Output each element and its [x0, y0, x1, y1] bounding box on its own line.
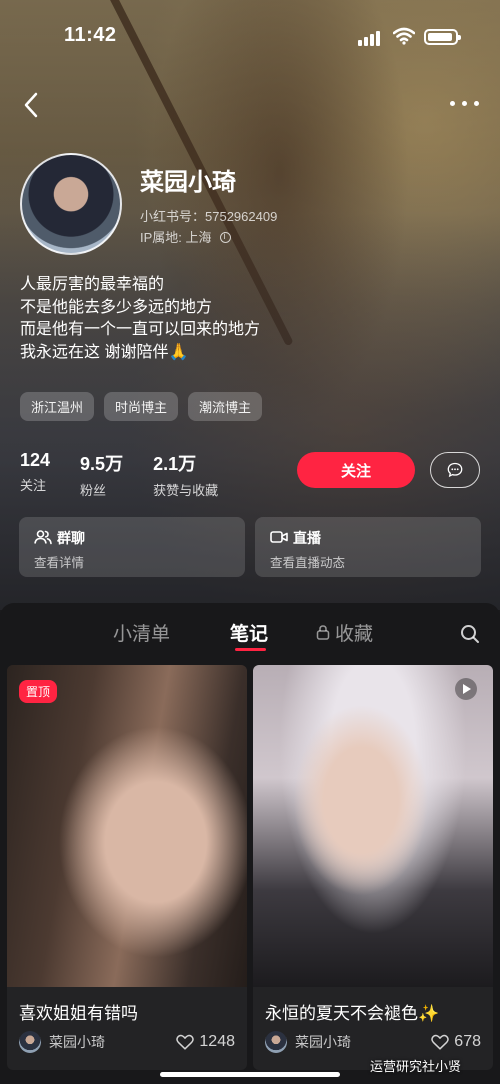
group-chat-subtitle: 查看详情 — [34, 556, 85, 570]
stat-followers[interactable]: 9.5万 粉丝 — [80, 450, 123, 499]
note-author[interactable]: 菜园小琦 — [265, 1031, 351, 1053]
video-play-icon — [455, 678, 477, 700]
stat-likes-label: 获赞与收藏 — [153, 483, 219, 498]
status-bar: 11:42 — [0, 0, 500, 70]
profile-bio: 人最厉害的最幸福的 不是他能去多少多远的地方 而是他有一个一直可以回来的地方 我… — [20, 274, 480, 364]
watermark: 运营研究社小贤 — [370, 1059, 462, 1074]
stat-following-label: 关注 — [20, 478, 47, 493]
stat-following[interactable]: 124 关注 — [20, 450, 50, 499]
active-tab-indicator — [235, 648, 266, 651]
wifi-icon — [393, 27, 415, 45]
heart-icon — [176, 1034, 195, 1050]
tab-shopping-list[interactable]: 小清单 — [113, 619, 170, 646]
live-card[interactable]: 直播 查看直播动态 — [255, 517, 481, 577]
note-title: 喜欢姐姐有错吗 — [19, 1004, 138, 1023]
bio-line: 人最厉害的最幸福的 — [20, 276, 165, 293]
group-chat-icon — [34, 530, 52, 545]
profile-stats: 124 关注 9.5万 粉丝 2.1万 获赞与收藏 — [20, 450, 248, 499]
note-title: 永恒的夏天不会褪色✨ — [265, 1004, 440, 1023]
stat-likes[interactable]: 2.1万 获赞与收藏 — [153, 450, 218, 499]
note-likes[interactable]: 678 — [431, 1033, 481, 1051]
search-icon[interactable] — [460, 624, 480, 644]
live-subtitle: 查看直播动态 — [270, 556, 346, 570]
stat-following-count: 124 — [20, 450, 51, 470]
tag-location: 浙江温州 — [20, 392, 95, 421]
live-title: 直播 — [293, 530, 321, 546]
note-card[interactable]: 永恒的夏天不会褪色✨ 菜园小琦 678 — [253, 665, 493, 1070]
cellular-signal-icon — [358, 30, 384, 46]
note-likes-count: 1248 — [199, 1033, 235, 1050]
status-time: 11:42 — [64, 24, 117, 46]
profile-tags: 浙江温州 时尚博主 潮流博主 — [20, 392, 263, 421]
note-author-name: 菜园小琦 — [49, 1034, 105, 1050]
chat-bubble-icon — [447, 462, 463, 478]
ip-location: IP属地: 上海 — [140, 227, 231, 246]
group-chat-title: 群聊 — [57, 530, 85, 546]
note-card[interactable]: 喜欢姐姐有错吗 菜园小琦 1248 — [7, 665, 247, 1070]
note-likes[interactable]: 1248 — [176, 1033, 235, 1051]
bio-line: 不是他能去多少多远的地方 — [20, 298, 213, 316]
message-button[interactable] — [430, 452, 480, 488]
note-author[interactable]: 菜园小琦 — [19, 1031, 105, 1053]
note-author-avatar — [265, 1031, 287, 1053]
tab-collections[interactable]: 收藏 — [335, 619, 373, 646]
bio-line: 我永远在这 谢谢陪伴🙏 — [20, 343, 189, 361]
info-icon[interactable] — [219, 231, 231, 243]
tab-bar: 小清单 笔记 收藏 — [0, 603, 500, 659]
battery-icon — [424, 29, 461, 45]
stat-followers-label: 粉丝 — [80, 483, 107, 498]
tab-notes[interactable]: 笔记 — [230, 619, 268, 646]
ip-location-text: IP属地: 上海 — [140, 230, 212, 245]
heart-icon — [431, 1034, 450, 1050]
stat-followers-count: 9.5万 — [80, 454, 124, 474]
tag-trend: 潮流博主 — [188, 392, 263, 421]
note-likes-count: 678 — [454, 1033, 481, 1050]
group-chat-card[interactable]: 群聊 查看详情 — [19, 517, 245, 577]
red-id: 小红书号：5752962409 — [140, 209, 278, 224]
more-options-icon[interactable] — [450, 100, 480, 108]
profile-nickname: 菜园小琦 — [140, 169, 236, 196]
back-icon[interactable] — [20, 92, 44, 118]
note-author-name: 菜园小琦 — [295, 1034, 351, 1050]
lock-icon — [316, 625, 330, 640]
note-author-avatar — [19, 1031, 41, 1053]
tag-fashion: 时尚博主 — [104, 392, 179, 421]
note-cover-image — [7, 665, 247, 987]
bio-line: 而是他有一个一直可以回来的地方 — [20, 321, 261, 338]
follow-button[interactable]: 关注 — [297, 452, 415, 488]
pinned-badge: 置顶 — [19, 680, 58, 703]
live-icon — [270, 531, 288, 543]
avatar[interactable] — [20, 153, 122, 255]
note-cover-image — [253, 665, 493, 987]
home-indicator[interactable] — [160, 1072, 340, 1077]
stat-likes-count: 2.1万 — [153, 454, 197, 474]
